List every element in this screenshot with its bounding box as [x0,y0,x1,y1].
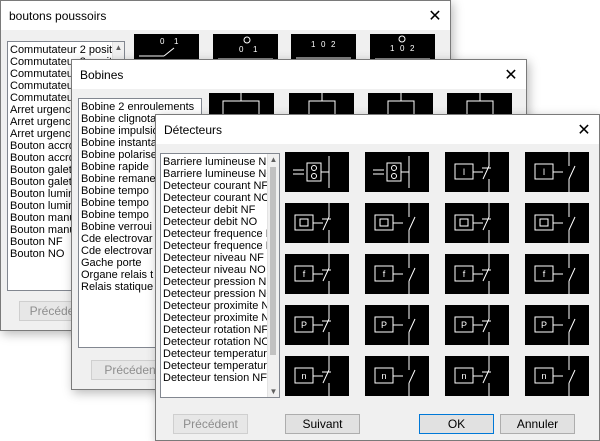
svg-text:n: n [381,371,386,381]
svg-text:f: f [543,269,546,279]
svg-text:P: P [541,320,547,330]
list-item[interactable]: Detecteur frequence NF [161,228,279,240]
symbol-preview[interactable] [525,203,589,243]
cancel-button[interactable]: Annuler [500,414,575,434]
list-item[interactable]: Detecteur courant NO [161,192,279,204]
list-item[interactable]: Detecteur courant NF [161,180,279,192]
svg-text:1: 1 [390,44,395,53]
svg-text:0: 0 [400,44,405,53]
window-detecteurs: Détecteurs ✕ Barriere lumineuse NF Barrie… [155,114,600,441]
symbol-preview[interactable]: n [285,356,349,396]
svg-text:2: 2 [410,44,415,53]
close-icon[interactable]: ✕ [496,60,526,89]
previous-button[interactable]: Précédent [173,414,248,434]
list-item[interactable]: Barriere lumineuse NO [161,168,279,180]
symbol-preview[interactable]: P [285,305,349,345]
scroll-up-icon[interactable]: ▲ [113,42,124,53]
window-title: Bobines [80,67,124,82]
list-item[interactable]: Commutateur 2 positi [8,44,124,56]
list-item[interactable]: Bobine 2 enroulements [79,101,201,113]
symbol-preview[interactable]: P [525,305,589,345]
svg-text:P: P [381,320,387,330]
symbol-preview[interactable]: f [445,254,509,294]
list-item[interactable]: Detecteur frequence NO [161,240,279,252]
svg-text:n: n [541,371,546,381]
close-icon[interactable]: ✕ [569,115,599,144]
svg-text:2: 2 [331,40,336,49]
svg-text:P: P [461,320,467,330]
symbol-preview[interactable]: P [365,305,429,345]
symbol-preview[interactable]: P [445,305,509,345]
list-item[interactable]: Detecteur niveau NF [161,252,279,264]
svg-text:1: 1 [174,37,179,46]
list-items: Barriere lumineuse NF Barriere lumineuse … [161,154,279,384]
list-item[interactable]: Detecteur temperature NO [161,360,279,372]
svg-text:I: I [463,167,466,177]
svg-text:0: 0 [321,40,326,49]
list-item[interactable]: Detecteur pression NO [161,288,279,300]
svg-text:0: 0 [239,45,244,54]
list-item[interactable]: Detecteur proximite NF [161,300,279,312]
list-item[interactable]: Detecteur debit NO [161,216,279,228]
list-item[interactable]: Barriere lumineuse NF [161,156,279,168]
symbol-preview[interactable] [365,203,429,243]
list-item[interactable]: Detecteur proximite NO [161,312,279,324]
list-scrollbar[interactable]: ▲ ▼ [267,154,279,397]
symbol-preview[interactable]: n [445,356,509,396]
svg-text:1: 1 [311,40,316,49]
symbol-preview[interactable]: f [285,254,349,294]
list-item[interactable]: Detecteur rotation NF [161,324,279,336]
ok-button[interactable]: OK [419,414,494,434]
window-title: Détecteurs [164,122,223,137]
scroll-up-icon[interactable]: ▲ [268,154,279,165]
symbol-preview[interactable]: I [445,152,509,192]
close-icon[interactable]: ✕ [420,1,450,30]
scroll-down-icon[interactable]: ▼ [268,386,279,397]
symbol-list[interactable]: Barriere lumineuse NF Barriere lumineuse … [160,153,280,398]
svg-text:1: 1 [253,45,258,54]
list-item[interactable]: Detecteur rotation NO [161,336,279,348]
symbol-preview[interactable]: f [525,254,589,294]
symbol-preview[interactable]: I [525,152,589,192]
titlebar[interactable]: Détecteurs ✕ [156,115,599,144]
svg-text:n: n [301,371,306,381]
window-title: boutons poussoirs [9,8,107,23]
titlebar[interactable]: Bobines ✕ [72,60,526,89]
scroll-thumb[interactable] [270,167,276,355]
next-button[interactable]: Suivant [285,414,360,434]
svg-text:f: f [463,269,466,279]
titlebar[interactable]: boutons poussoirs ✕ [1,1,450,30]
svg-text:f: f [303,269,306,279]
svg-text:f: f [383,269,386,279]
symbol-preview[interactable] [365,152,429,192]
svg-text:n: n [461,371,466,381]
list-item[interactable]: Detecteur tension NF [161,372,279,384]
symbol-preview[interactable]: n [365,356,429,396]
symbol-preview[interactable] [285,152,349,192]
svg-text:0: 0 [160,37,165,46]
list-item[interactable]: Detecteur niveau NO [161,264,279,276]
list-item[interactable]: Detecteur temperature NF [161,348,279,360]
list-item[interactable]: Detecteur pression NF [161,276,279,288]
svg-text:P: P [301,320,307,330]
symbol-preview[interactable] [285,203,349,243]
list-item[interactable]: Detecteur debit NF [161,204,279,216]
symbol-preview[interactable]: n [525,356,589,396]
symbol-preview[interactable] [445,203,509,243]
symbol-preview[interactable]: f [365,254,429,294]
svg-text:I: I [543,167,546,177]
